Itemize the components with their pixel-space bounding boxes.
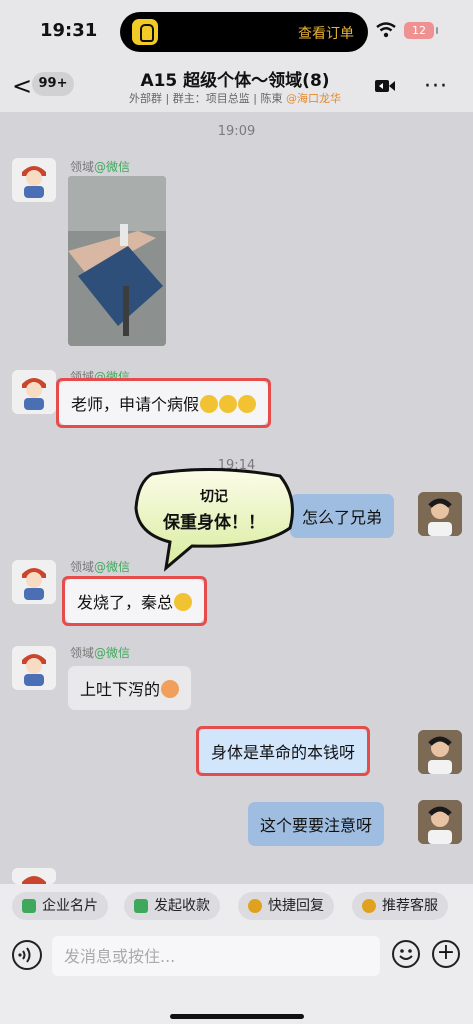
sender-name: 领域@微信 [70, 560, 131, 574]
message-bubble[interactable]: 上吐下泻的 [68, 666, 192, 710]
quick-reply-chip[interactable]: 快捷回复 [238, 892, 334, 920]
quick-reply-icon [248, 899, 262, 913]
unread-badge[interactable]: 99+ [32, 72, 74, 96]
subtitle-divider: | [165, 92, 170, 105]
sticker-line-1: 切记 [200, 489, 228, 505]
view-order-label[interactable]: 查看订单 [298, 23, 354, 43]
subtitle-divider: | [253, 92, 257, 105]
avatar[interactable] [12, 868, 56, 884]
battery-icon: 12 [404, 22, 438, 39]
avatar[interactable] [12, 646, 56, 690]
payment-chip[interactable]: 发起收款 [124, 892, 220, 920]
status-time: 19:31 [40, 20, 98, 41]
dynamic-island[interactable]: 查看订单 [120, 12, 368, 52]
avatar[interactable] [12, 158, 56, 202]
highlight-box: 身体是革命的本钱呀 [196, 726, 371, 776]
avatar[interactable] [12, 370, 56, 414]
home-indicator [170, 1014, 304, 1019]
message-bubble[interactable]: 发烧了，秦总 [65, 579, 205, 623]
avatar[interactable] [12, 560, 56, 604]
member-org: @海口龙华 [285, 92, 341, 105]
business-card-chip[interactable]: 企业名片 [12, 892, 108, 920]
payment-icon [134, 899, 148, 913]
wifi-icon [376, 22, 396, 38]
message-bubble[interactable]: 身体是革命的本钱呀 [199, 729, 368, 773]
speech-bubble-sticker: 切记 保重身体！！ [132, 468, 296, 572]
sender-name: 领域@微信 [70, 646, 131, 660]
group-owner: 群主：项目总监 [172, 92, 250, 105]
avatar-self[interactable] [418, 800, 462, 844]
laugh-cry-icon [200, 395, 219, 413]
sender-name: 领域@微信 [70, 160, 131, 174]
chat-subtitle: 外部群 | 群主：项目总监 | 陈東 @海口龙华 [110, 90, 360, 106]
sad-face-icon [161, 680, 180, 698]
message-input[interactable] [52, 936, 380, 976]
laugh-cry-icon [238, 395, 257, 413]
input-bar: + [0, 928, 473, 1024]
avatar-self[interactable] [418, 730, 462, 774]
back-button[interactable]: < [12, 72, 32, 100]
avatar-self[interactable] [418, 492, 462, 536]
laugh-cry-icon [219, 395, 238, 413]
member-name: 陈東 [260, 92, 283, 105]
crying-face-icon [174, 593, 193, 611]
message-bubble[interactable]: 老师，申请个病假 [59, 381, 269, 425]
voice-input-icon[interactable] [12, 940, 42, 970]
chat-title[interactable]: A15 超级个体～领域(8) [110, 66, 360, 91]
status-bar: 19:31 查看订单 12 [0, 0, 473, 64]
message-bubble[interactable]: 这个要要注意呀 [248, 802, 385, 846]
sticker-line-2: 保重身体！！ [163, 513, 265, 533]
emoji-icon[interactable] [392, 940, 420, 968]
app-icon [132, 19, 158, 45]
recommend-service-icon [362, 899, 376, 913]
video-call-icon[interactable] [374, 78, 396, 94]
plus-icon[interactable]: + [432, 940, 460, 968]
message-bubble[interactable]: 怎么了兄弟 [290, 494, 395, 538]
image-message[interactable] [68, 176, 166, 346]
business-card-icon [22, 899, 36, 913]
highlight-box: 老师，申请个病假 [56, 378, 272, 428]
chat-header: < 99+ A15 超级个体～领域(8) 外部群 | 群主：项目总监 | 陈東 … [0, 64, 473, 112]
group-type: 外部群 [129, 92, 163, 105]
quick-action-bar: 企业名片 发起收款 快捷回复 推荐客服 [0, 884, 473, 928]
highlight-box: 发烧了，秦总 [62, 576, 208, 626]
more-options-icon[interactable]: ··· [424, 74, 448, 99]
recommend-service-chip[interactable]: 推荐客服 [352, 892, 448, 920]
timestamp: 19:09 [217, 124, 256, 139]
